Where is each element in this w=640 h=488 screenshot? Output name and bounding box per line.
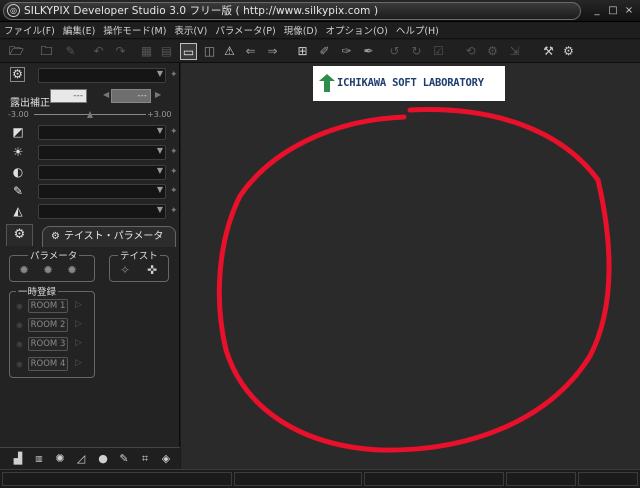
status-segment: [506, 472, 576, 486]
status-segment: [2, 472, 232, 486]
red-circle-annotation: [216, 107, 612, 453]
status-segment: [234, 472, 362, 486]
annotation-overlay: [216, 107, 612, 453]
status-segment: [578, 472, 638, 486]
status-bar: [0, 469, 640, 488]
status-segment: [364, 472, 504, 486]
